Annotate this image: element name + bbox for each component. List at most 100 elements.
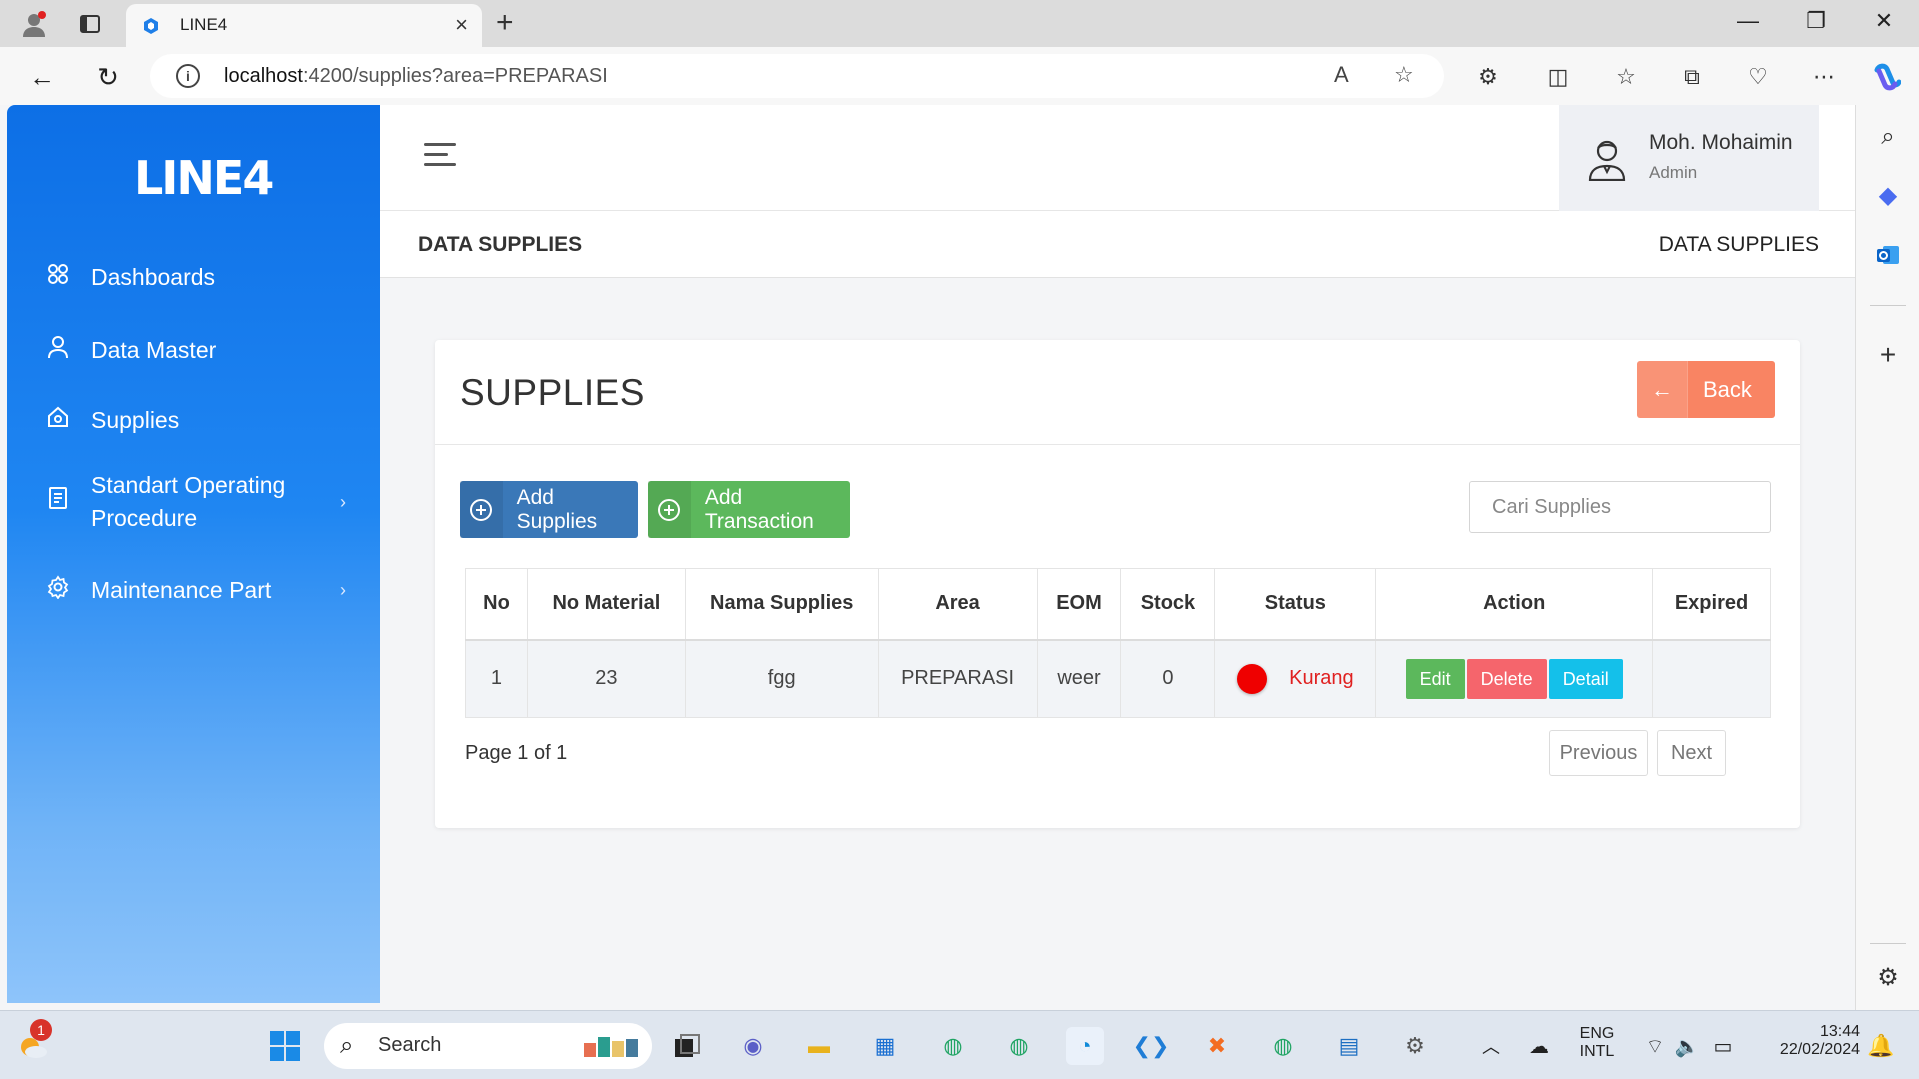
xampp-icon[interactable]: ✖ <box>1198 1027 1236 1065</box>
restore-icon[interactable]: ❐ <box>1796 8 1836 34</box>
sidebar-item-label: Supplies <box>91 406 180 433</box>
windows-start-icon[interactable] <box>266 1027 304 1065</box>
favorites-icon[interactable]: ☆ <box>1608 59 1644 95</box>
user-icon <box>43 335 73 365</box>
extensions-icon[interactable]: ⚙ <box>1470 59 1506 95</box>
new-tab-icon[interactable]: + <box>496 6 514 40</box>
column-header[interactable]: No Material <box>526 568 686 641</box>
browser-essentials-icon[interactable]: ♡ <box>1740 59 1776 95</box>
copilot-sidebar-icon[interactable]: ◆ <box>1872 179 1904 211</box>
chevron-up-icon[interactable]: ︿ <box>1472 1027 1510 1065</box>
search-icon[interactable]: ⌕ <box>1872 121 1904 153</box>
back-arrow-icon[interactable]: ← <box>24 59 60 95</box>
language-indicator[interactable]: ENG INTL <box>1572 1025 1622 1061</box>
store-icon[interactable]: ▦ <box>866 1027 904 1065</box>
detail-button[interactable]: Detail <box>1548 658 1623 699</box>
brand-logo[interactable]: LINE4 <box>134 151 274 205</box>
volume-icon[interactable]: 🔈 <box>1668 1027 1706 1065</box>
notification-bell-icon[interactable]: 🔔 <box>1862 1027 1900 1065</box>
column-header[interactable]: Status <box>1214 568 1377 641</box>
close-window-icon[interactable]: ✕ <box>1864 8 1904 34</box>
sidebar-item-label: Dashboards <box>91 263 216 290</box>
browser-tab[interactable]: LINE4 × <box>126 4 482 47</box>
sidebar-item-data-master[interactable]: Data Master <box>43 335 216 365</box>
meet-icon[interactable]: ◉ <box>734 1027 772 1065</box>
sidebar-item-label: Maintenance Part <box>91 576 272 603</box>
column-header[interactable]: Nama Supplies <box>684 568 879 641</box>
favorite-star-icon[interactable]: ☆ <box>1394 62 1414 88</box>
cell-nama-supplies: fgg <box>684 639 879 718</box>
add-sidebar-icon[interactable]: + <box>1872 339 1904 371</box>
chevron-right-icon: › <box>340 491 346 512</box>
column-header[interactable]: Area <box>877 568 1038 641</box>
minimize-icon[interactable]: — <box>1728 8 1768 34</box>
address-bar-row: ← ↻ i localhost:4200/supplies?area=PREPA… <box>0 47 1919 105</box>
outlook-icon[interactable] <box>1872 239 1904 271</box>
sidebar-item-label: Data Master <box>91 336 217 363</box>
grid-icon <box>43 263 73 291</box>
clock[interactable]: 13:44 22/02/2024 <box>1754 1023 1860 1059</box>
collections-icon[interactable]: ⧉ <box>1674 59 1710 95</box>
table-header-row: No No Material Nama Supplies Area EOM St… <box>465 568 1771 641</box>
chrome-icon[interactable]: ◍ <box>934 1027 972 1065</box>
taskbar-search[interactable]: ⌕ Search <box>324 1023 652 1069</box>
vscode-icon[interactable]: ❮❯ <box>1132 1027 1170 1065</box>
add-transaction-button[interactable]: Add Transaction <box>648 481 850 538</box>
column-header[interactable]: Expired <box>1652 568 1771 641</box>
page-viewport: LINE4 Dashboards Data Master Supplies St… <box>0 105 1855 1010</box>
back-button[interactable]: ← Back <box>1637 361 1775 418</box>
read-aloud-icon[interactable]: A <box>1334 62 1349 88</box>
sidebar-item-maintenance-part[interactable]: Maintenance Part › <box>43 575 380 605</box>
status-badge: Kurang <box>1289 667 1354 690</box>
column-header[interactable]: EOM <box>1036 568 1122 641</box>
chrome-profile-icon[interactable]: ◍ <box>1000 1027 1038 1065</box>
refresh-icon[interactable]: ↻ <box>90 59 126 95</box>
column-header[interactable]: Action <box>1375 568 1654 641</box>
pagination-info: Page 1 of 1 <box>465 742 568 764</box>
settings-icon[interactable]: ⚙ <box>1872 961 1904 993</box>
search-input[interactable] <box>1469 481 1771 533</box>
task-view-icon[interactable] <box>668 1027 706 1065</box>
breadcrumb-current: DATA SUPPLIES <box>1658 233 1819 256</box>
profile-icon[interactable] <box>18 8 50 40</box>
file-explorer-icon[interactable]: ▬ <box>800 1027 838 1065</box>
tab-close-icon[interactable]: × <box>455 12 468 38</box>
delete-button[interactable]: Delete <box>1466 658 1547 699</box>
battery-icon[interactable]: ▭ <box>1704 1027 1742 1065</box>
sidebar-item-sop[interactable]: Standart Operating Procedure › <box>43 469 380 535</box>
user-profile[interactable]: Moh. Mohaimin Admin <box>1559 105 1819 211</box>
site-info-icon[interactable]: i <box>176 64 200 88</box>
next-button[interactable]: Next <box>1657 730 1726 776</box>
table-row: 1 23 fgg PREPARASI weer 0 Kurang Edit Del… <box>465 639 1771 718</box>
edit-button[interactable]: Edit <box>1405 658 1465 699</box>
status-dot <box>1237 663 1268 694</box>
card-header: SUPPLIES ← Back <box>435 340 1800 445</box>
notepad-icon[interactable]: ▤ <box>1330 1027 1368 1065</box>
edge-icon[interactable]: ◔ <box>1066 1027 1104 1065</box>
url-text[interactable]: localhost:4200/supplies?area=PREPARASI <box>224 65 608 88</box>
column-header[interactable]: No <box>465 568 528 641</box>
windows-taskbar: 1 ⌕ Search ◉ ▬ ▦ ◍ ◍ ◔ ❮❯ ✖ ◍ ▤ ⚙ ︿ ☁ EN… <box>0 1010 1919 1079</box>
avatar-icon <box>1588 140 1626 181</box>
hamburger-menu-icon[interactable] <box>424 143 456 173</box>
column-header[interactable]: Stock <box>1120 568 1216 641</box>
copilot-icon[interactable] <box>1868 59 1904 95</box>
split-screen-icon[interactable]: ◫ <box>1540 59 1576 95</box>
search-highlight-icon <box>584 1037 638 1057</box>
cell-eom: weer <box>1036 639 1122 718</box>
sidebar-item-supplies[interactable]: Supplies <box>43 405 179 435</box>
more-options-icon[interactable]: ⋯ <box>1806 59 1842 95</box>
settings-icon[interactable]: ⚙ <box>1396 1027 1434 1065</box>
address-bar[interactable]: i localhost:4200/supplies?area=PREPARASI… <box>150 54 1444 98</box>
chrome-alt-icon[interactable]: ◍ <box>1264 1027 1302 1065</box>
tab-actions-icon[interactable] <box>74 8 106 40</box>
previous-button[interactable]: Previous <box>1549 730 1648 776</box>
sidebar-divider <box>1870 305 1906 306</box>
cell-no-material: 23 <box>526 639 686 718</box>
onedrive-icon[interactable]: ☁ <box>1520 1027 1558 1065</box>
document-icon <box>43 486 73 519</box>
plus-circle-icon <box>648 481 691 538</box>
sidebar-item-dashboards[interactable]: Dashboards <box>43 263 215 291</box>
add-supplies-button[interactable]: Add Supplies <box>460 481 638 538</box>
user-role: Admin <box>1649 163 1698 182</box>
